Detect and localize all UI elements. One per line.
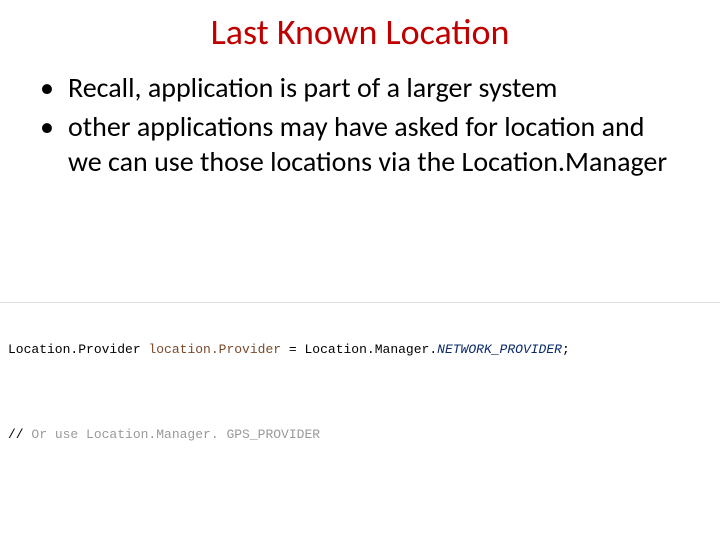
code-token-operator: =	[289, 342, 297, 357]
code-line-comment: // Or use Location.Manager. GPS_PROVIDER	[8, 423, 712, 446]
slide-title: Last Known Location	[0, 10, 720, 54]
code-token-punct: .	[429, 342, 437, 357]
code-token-constant: NETWORK_PROVIDER	[437, 342, 562, 357]
code-token-type: Location.Provider	[8, 342, 141, 357]
code-block: Location.Provider location.Provider = Lo…	[0, 302, 720, 540]
bullet-item: other applications may have asked for lo…	[40, 109, 680, 179]
code-token-comment-slashes: //	[8, 427, 24, 442]
code-token-variable: location.Provider	[148, 342, 281, 357]
code-line: Location.Provider location.Provider = Lo…	[8, 338, 712, 361]
bullet-list: Recall, application is part of a larger …	[40, 70, 680, 179]
code-token-comment: Or use Location.Manager. GPS_PROVIDER	[24, 427, 320, 442]
slide-body: Recall, application is part of a larger …	[40, 70, 680, 183]
code-token-class: Location.Manager	[305, 342, 430, 357]
bullet-item: Recall, application is part of a larger …	[40, 70, 680, 105]
slide: Last Known Location Recall, application …	[0, 0, 720, 540]
code-token-punct: ;	[562, 342, 570, 357]
